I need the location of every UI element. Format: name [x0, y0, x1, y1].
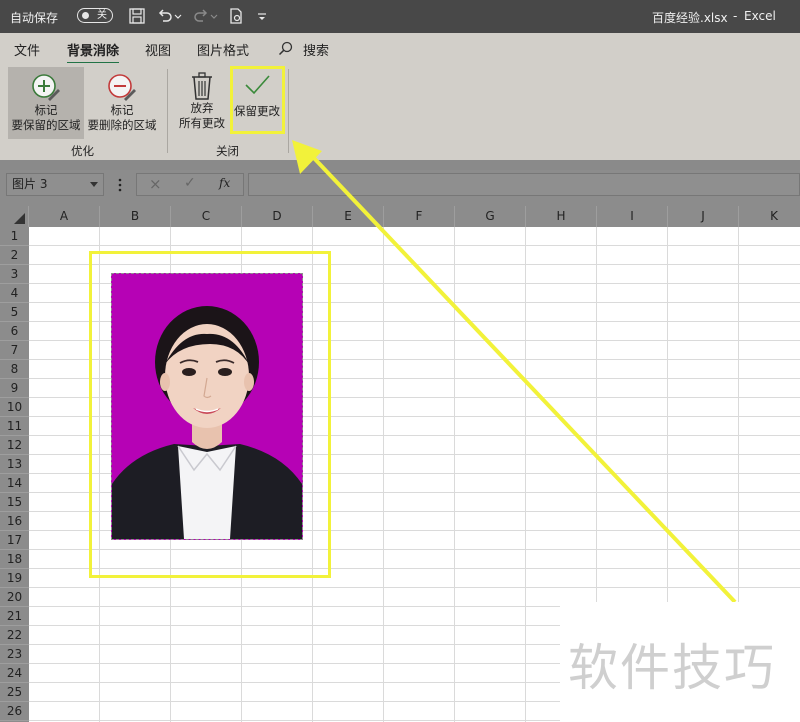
- watermark-text: 软件技巧: [568, 639, 776, 697]
- watermark: 软件技巧: [560, 602, 800, 722]
